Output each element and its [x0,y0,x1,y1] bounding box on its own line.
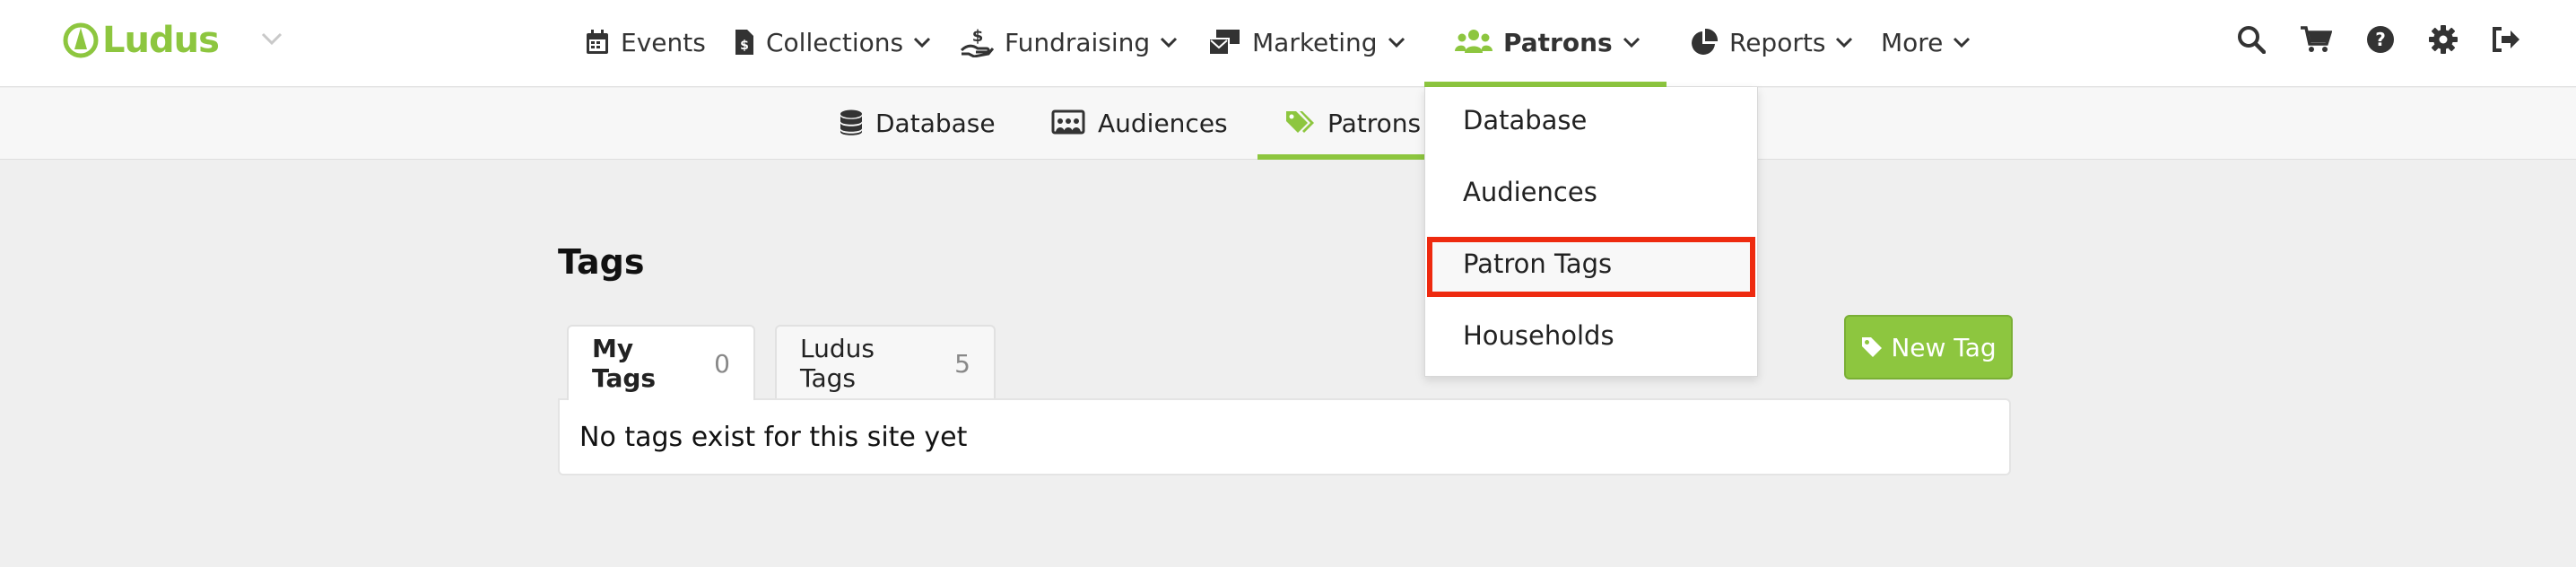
subnav-patron-tags[interactable]: Patrons [1284,107,1421,139]
dropdown-item-database[interactable]: Database [1463,105,1587,135]
patrons-dropdown-menu: Database Audiences Patron Tags Household… [1424,87,1758,377]
subnav-audiences-label: Audiences [1098,108,1228,138]
nav-patrons-label: Patrons [1503,27,1613,57]
page-title: Tags [558,242,645,282]
chevron-down-icon [1954,37,1971,48]
nav-more[interactable]: More [1881,22,1971,63]
subnav-patrons-label: Patrons [1327,108,1422,138]
chevron-down-icon [1623,37,1640,48]
tab-my-tags-count: 0 [714,348,730,379]
dropdown-item-patron-tags[interactable]: Patron Tags [1463,249,1612,279]
tag-icon [1862,337,1883,357]
svg-text:?: ? [2375,29,2386,50]
ludus-logo[interactable]: Ludus [63,18,220,63]
dropdown-item-audiences[interactable]: Audiences [1463,177,1597,207]
nav-reports-label: Reports [1729,27,1826,57]
brand-name: Ludus [102,20,220,61]
nav-events-label: Events [621,27,706,57]
users-icon [1455,30,1493,53]
chevron-down-icon [1388,37,1405,48]
nav-marketing[interactable]: Marketing [1207,22,1406,63]
tab-my-tags-label: My Tags [592,334,657,393]
pie-chart-icon [1692,28,1719,55]
dropdown-item-households[interactable]: Households [1463,320,1614,351]
nav-more-label: More [1881,27,1944,57]
subnav-active-indicator [1258,154,1424,160]
chevron-down-icon [914,37,931,48]
nav-collections[interactable]: $ Collections [734,22,932,63]
help-icon[interactable]: ? [2364,23,2397,56]
tab-ludus-tags[interactable]: Ludus Tags 5 [775,325,996,400]
gear-icon[interactable] [2427,23,2459,56]
audiences-icon [1051,109,1085,135]
nav-fundraising[interactable]: $ Fundraising [960,22,1179,63]
subnav-database-label: Database [875,108,996,138]
svg-text:$: $ [972,27,984,46]
subnav-audiences[interactable]: Audiences [1051,107,1228,139]
new-tag-label: New Tag [1891,332,1997,362]
subnav-database[interactable]: Database [840,107,996,139]
nav-collections-label: Collections [766,27,904,57]
nav-fundraising-label: Fundraising [1005,27,1151,57]
ludus-logo-icon [63,22,99,58]
new-tag-button[interactable]: New Tag [1844,315,2013,379]
sign-out-icon[interactable] [2490,23,2522,56]
nav-patrons[interactable]: Patrons [1455,22,1641,63]
svg-text:$: $ [740,39,749,53]
tags-icon [1286,111,1314,133]
site-switcher-chevron-icon[interactable] [260,30,283,51]
nav-marketing-label: Marketing [1252,27,1378,57]
tab-ludus-tags-count: 5 [954,348,970,379]
nav-events[interactable]: Events [585,22,706,63]
search-icon[interactable] [2235,23,2267,56]
tab-my-tags[interactable]: My Tags 0 [567,325,755,400]
tab-ludus-tags-label: Ludus Tags [800,334,875,393]
empty-state-message: No tags exist for this site yet [579,422,968,453]
top-navbar: Ludus Events $ Collections $ Fundraising [0,0,2576,87]
nav-reports[interactable]: Reports [1690,22,1854,63]
database-icon [840,109,862,135]
cart-icon[interactable] [2300,23,2332,56]
chevron-down-icon [1836,37,1853,48]
hand-holding-dollar-icon: $ [960,27,994,57]
file-invoice-icon: $ [735,30,753,55]
mail-bulk-icon [1208,30,1240,56]
calendar-icon [587,30,608,54]
chevron-down-icon [1161,37,1178,48]
tags-panel: No tags exist for this site yet [558,398,2011,475]
